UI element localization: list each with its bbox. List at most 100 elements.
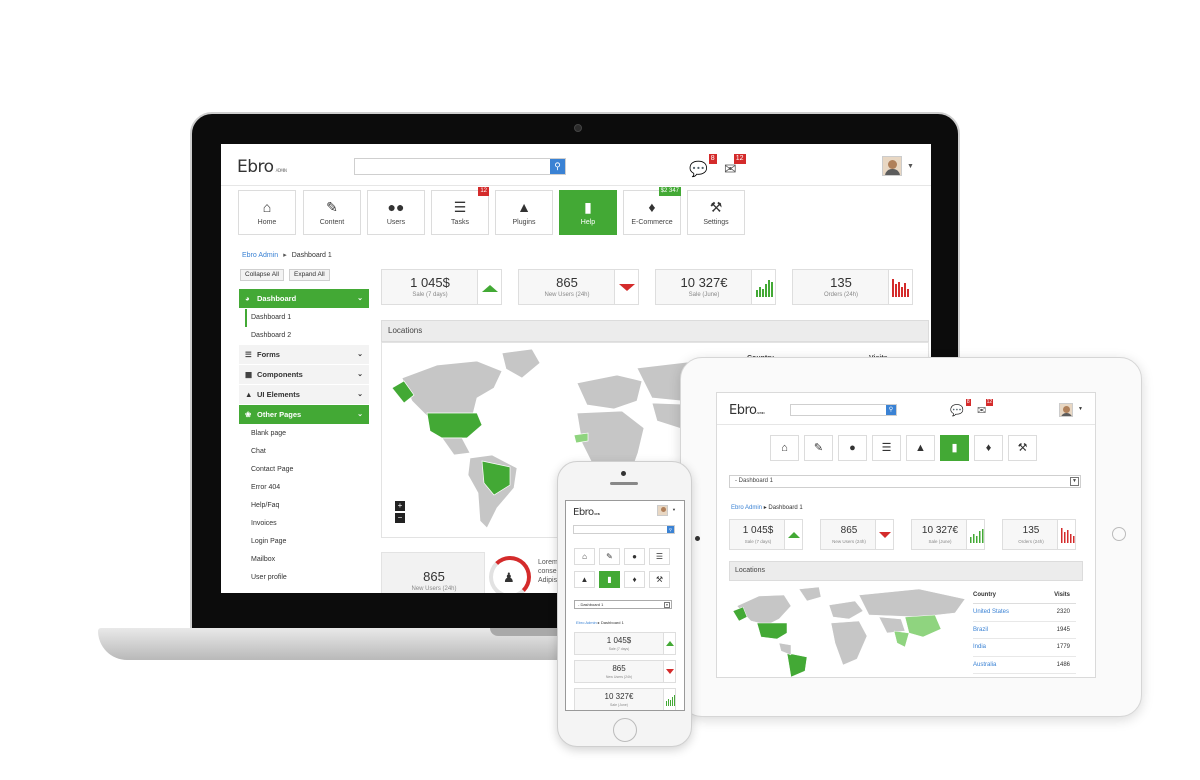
search-input[interactable]: ⚲ [790, 404, 897, 416]
table-row: Australia 1486 [973, 657, 1076, 674]
sidebar-item-mailbox[interactable]: Mailbox [239, 551, 369, 569]
user-avatar[interactable] [657, 505, 668, 516]
sidebar-item-invoices[interactable]: Invoices [239, 515, 369, 533]
trend-down-chart [875, 520, 893, 549]
nav-ecommerce[interactable]: ♦ [974, 435, 1003, 461]
nav-help[interactable]: ▮ Help [559, 190, 617, 235]
nav-users[interactable]: ●● Users [367, 190, 425, 235]
nav-plugins[interactable]: ▲ [574, 571, 595, 588]
nav-content[interactable]: ✎ Content [303, 190, 361, 235]
sidebar-item-user-profile[interactable]: User profile [239, 569, 369, 587]
caret-down-icon[interactable]: ▼ [907, 163, 914, 170]
search-icon[interactable]: ⚲ [550, 159, 565, 174]
table-row: United States 2320 [973, 604, 1076, 622]
comments-icon[interactable]: 💬 8 [689, 154, 717, 178]
nav-tasks[interactable]: ☰ Tasks 12 [431, 187, 489, 235]
nav-users[interactable]: ● [624, 548, 645, 565]
user-avatar[interactable] [882, 156, 902, 176]
sparkbar-green-chart [663, 689, 675, 710]
nav-tasks[interactable]: ☰ [649, 548, 670, 565]
chevron-down-icon: ⌄ [357, 391, 363, 398]
expand-all-button[interactable]: Expand All [289, 269, 330, 281]
nav-home[interactable]: ⌂ [574, 548, 595, 565]
brand-logo[interactable]: EbroADMIN [573, 507, 600, 518]
collapse-all-button[interactable]: Collapse All [240, 269, 284, 281]
sidebar-section-dashboard[interactable]: ◕ Dashboard ⌄ [239, 289, 369, 308]
tags-icon: ♦ [648, 199, 656, 215]
sidebar-item-error-404[interactable]: Error 404 [239, 479, 369, 497]
nav-settings[interactable]: ⚒ [649, 571, 670, 588]
nav-tasks[interactable]: ☰ [872, 435, 901, 461]
users-icon: ●● [387, 199, 405, 215]
user-avatar[interactable] [1059, 403, 1073, 417]
table-header: Country Visits [973, 587, 1076, 604]
sidebar-item-help-faq[interactable]: Help/Faq [239, 497, 369, 515]
stat-card-new-users: 865 New Users (24h) [820, 519, 894, 550]
table-row: India 1779 [973, 639, 1076, 657]
tags-icon: ♦ [632, 575, 637, 584]
envelope-icon[interactable]: ✉ 12 [724, 154, 746, 178]
search-icon[interactable]: ⚲ [886, 405, 896, 415]
nav-users[interactable]: ● [838, 435, 867, 461]
sidebar-section-ui-elements[interactable]: ▲ UI Elements ⌄ [239, 385, 369, 404]
stat-card-new-users: 865 New Users (24h) [518, 269, 639, 305]
sidebar-item-dashboard-2[interactable]: Dashboard 2 [239, 327, 369, 345]
sidebar-item-chat[interactable]: Chat [239, 443, 369, 461]
phone-screen: EbroADMIN ▼ ⚲ ⌂ ✎ ● ☰ ▲ ▮ ♦ ⚒ - Dashboar… [565, 500, 685, 711]
device-mockup: Ebro ADMIN ⚲ 💬 8 ✉ 12 ▼ ⌂ Home ✎ Content ●● Us… [0, 0, 1200, 780]
tasks-icon: ☰ [881, 442, 892, 454]
sidebar-section-other-pages[interactable]: ❀ Other Pages ⌄ [239, 405, 369, 424]
nav-help[interactable]: ▮ [599, 571, 620, 588]
dashboard-select[interactable]: - Dashboard 1 ▼ [729, 475, 1081, 488]
ecommerce-badge: $2 347 [658, 187, 681, 196]
nav-content[interactable]: ✎ [599, 548, 620, 565]
stat-card-sale-7-days: 1 045$ Sale (7 days) [729, 519, 803, 550]
edit-icon: ✎ [606, 552, 613, 561]
nav-settings[interactable]: ⚒ [1008, 435, 1037, 461]
nav-help[interactable]: ▮ [940, 435, 969, 461]
nav-home[interactable]: ⌂ Home [238, 190, 296, 235]
world-map[interactable] [729, 581, 971, 677]
trend-down-chart [614, 270, 638, 304]
tablet-camera [695, 536, 700, 541]
chevron-right-icon: ▸ [283, 252, 287, 259]
flask-icon: ▲ [580, 575, 589, 584]
comments-icon[interactable]: 💬 8 [950, 399, 971, 417]
stat-card-sale-7-days: 1 045$ Sale (7 days) [574, 632, 676, 655]
search-icon[interactable]: ⚲ [667, 526, 674, 533]
caret-down-icon[interactable]: ▼ [672, 507, 676, 512]
sidebar-section-components[interactable]: ▦ Components ⌄ [239, 365, 369, 384]
sidebar-item-dashboard-1[interactable]: Dashboard 1 [245, 309, 369, 327]
search-input[interactable]: ⚲ [354, 158, 566, 175]
phone-speaker [610, 482, 638, 485]
sidebar-item-contact-page[interactable]: Contact Page [239, 461, 369, 479]
caret-down-icon[interactable]: ▼ [1078, 406, 1083, 412]
dashboard-select[interactable]: - Dashboard 1 ▼ [574, 600, 672, 609]
stat-card-orders: 135 Orders (24h) [792, 269, 913, 305]
locations-panel-title: Locations [381, 320, 929, 342]
home-icon: ⌂ [781, 442, 788, 454]
trend-up-chart [477, 270, 501, 304]
sidebar-item-login-page[interactable]: Login Page [239, 533, 369, 551]
envelope-icon[interactable]: ✉ 12 [977, 399, 994, 417]
sidebar-item-blank-page[interactable]: Blank page [239, 425, 369, 443]
breadcrumb-root[interactable]: Ebro Admin [242, 252, 278, 259]
nav-home[interactable]: ⌂ [770, 435, 799, 461]
top-header: Ebro ADMIN ⚲ 💬 8 ✉ 12 ▼ [221, 144, 931, 186]
stat-card-orders: 135 Orders (24h) [1002, 519, 1076, 550]
breadcrumb: Ebro Admin ▸ Dashboard 1 [576, 620, 624, 625]
brand-logo[interactable]: EbroADMIN [729, 403, 765, 418]
nav-ecommerce[interactable]: ♦ [624, 571, 645, 588]
stat-card-sale-june: 10 327€ Sale (June) [655, 269, 776, 305]
zoom-in-button[interactable]: + [395, 501, 405, 511]
zoom-out-button[interactable]: − [395, 513, 405, 523]
nav-ecommerce[interactable]: ♦ E-Commerce $2 347 [623, 187, 681, 235]
messages-badge: 8 [708, 154, 717, 164]
brand-logo[interactable]: EbroADMIN [237, 157, 287, 177]
nav-settings[interactable]: ⚒ Settings [687, 190, 745, 235]
search-input[interactable]: ⚲ [573, 525, 675, 534]
nav-content[interactable]: ✎ [804, 435, 833, 461]
nav-plugins[interactable]: ▲ [906, 435, 935, 461]
sidebar-section-forms[interactable]: ☰ Forms ⌄ [239, 345, 369, 364]
nav-plugins[interactable]: ▲ Plugins [495, 190, 553, 235]
